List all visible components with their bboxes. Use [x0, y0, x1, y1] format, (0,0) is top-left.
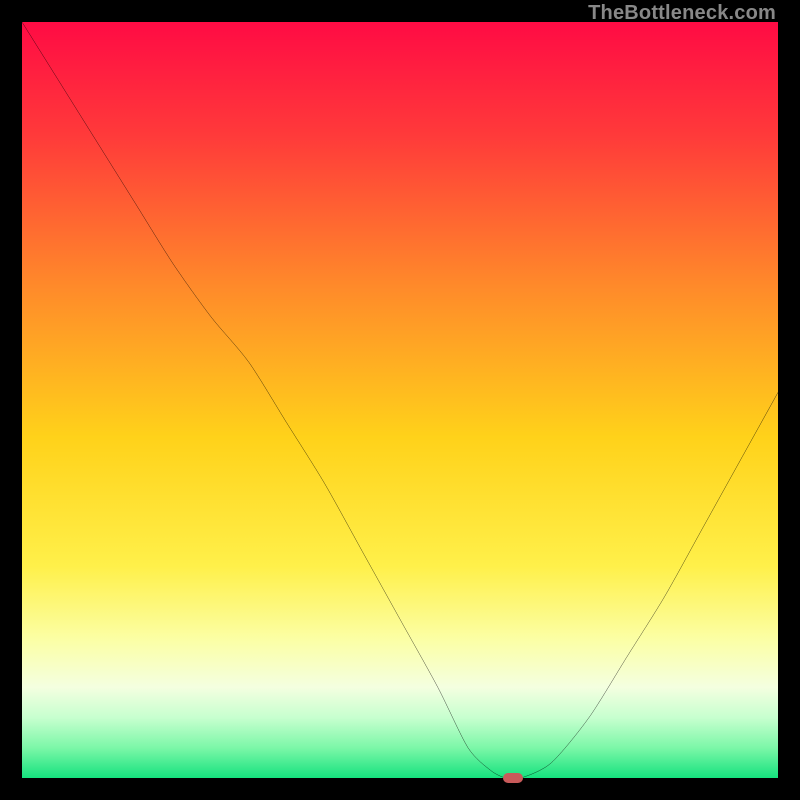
- watermark-text: TheBottleneck.com: [588, 2, 776, 25]
- bottleneck-chart: TheBottleneck.com: [0, 0, 800, 800]
- optimal-marker: [503, 773, 523, 783]
- plot-area: [22, 22, 778, 778]
- curve-layer: [22, 22, 778, 778]
- bottleneck-curve: [22, 22, 778, 778]
